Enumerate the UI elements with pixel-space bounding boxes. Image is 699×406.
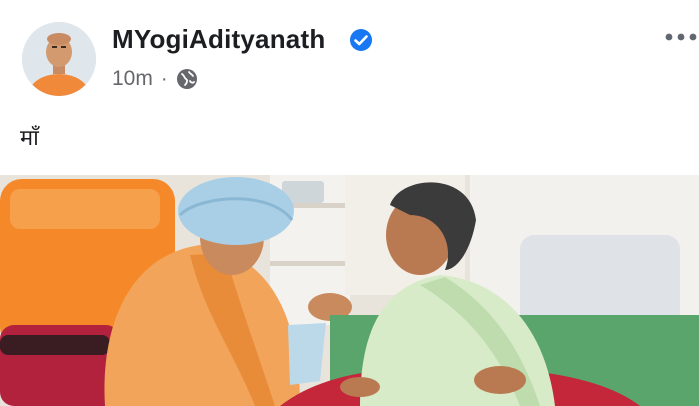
- post-meta: 10m ·: [112, 66, 198, 92]
- more-options-icon[interactable]: [664, 30, 698, 44]
- author-name[interactable]: MYogiAdityanath: [112, 24, 325, 55]
- globe-icon[interactable]: [176, 68, 198, 90]
- post-header: MYogiAdityanath 10m ·: [0, 0, 699, 110]
- avatar-image: [22, 22, 96, 96]
- post-photo-image: [0, 175, 699, 406]
- meta-separator: ·: [160, 67, 168, 90]
- avatar[interactable]: [22, 22, 96, 96]
- post-photo[interactable]: [0, 175, 699, 406]
- verified-badge-icon: [350, 29, 372, 51]
- post-caption: माँ: [20, 126, 39, 151]
- post-timestamp[interactable]: 10m: [112, 67, 153, 91]
